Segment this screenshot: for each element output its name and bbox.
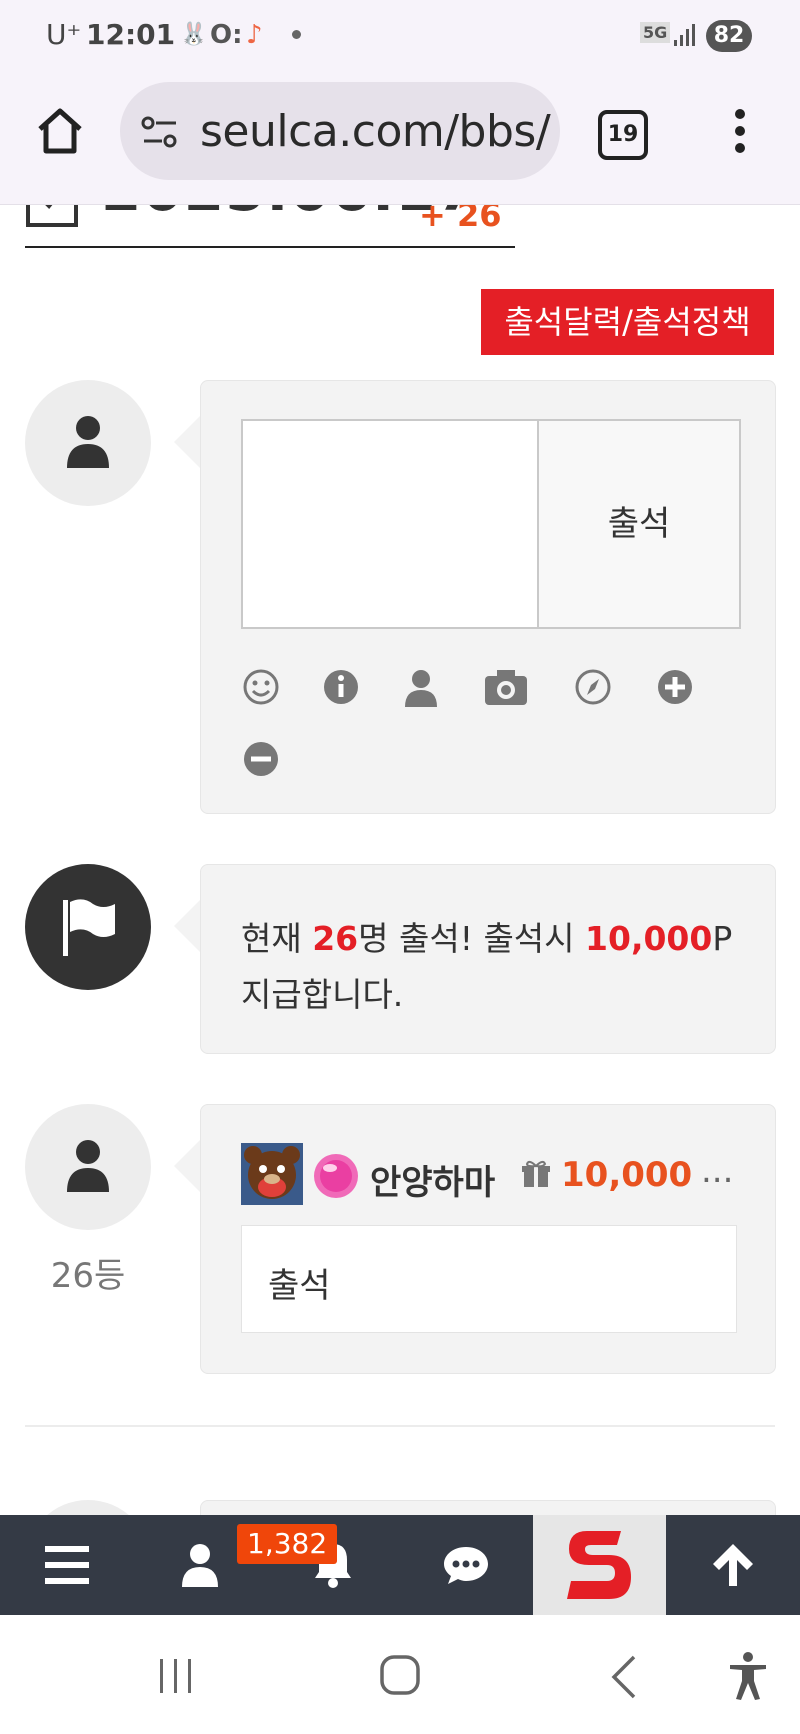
url-text: seulca.com/bbs/ [200,106,551,157]
card-pointer [174,900,200,952]
home-icon[interactable] [34,105,86,157]
card-pointer [174,416,200,468]
earned-points: 10,000 [561,1155,693,1195]
minus-icon[interactable] [241,739,281,779]
user-icon [67,1140,109,1192]
arrow-up-icon [713,1544,753,1586]
notice-line2: 지급합니다. [241,975,404,1014]
status-bar: U⁺ 12:01 🐰 O: ♪ 5G 82 [0,0,800,72]
system-home-icon[interactable] [378,1653,422,1697]
tiktok-icon: ♪ [246,20,263,50]
menu-button[interactable] [0,1515,133,1615]
gift-icon [522,1160,550,1187]
site-settings-icon[interactable] [140,114,180,150]
toolbar-overlay: seulca.com/bbs/ 19 [0,72,800,205]
scroll-top-button[interactable] [666,1515,800,1615]
notice-avatar [25,864,151,990]
more-options-button[interactable]: ... [701,1151,733,1191]
smiley-icon[interactable] [241,667,281,707]
user-icon [67,416,109,468]
o-icon: O: [210,20,243,50]
attendance-calendar-button[interactable]: 출석달력/출석정책 [481,289,774,355]
section-divider [25,1425,775,1427]
info-icon[interactable] [321,667,361,707]
dot-icon [292,30,301,39]
tab-switcher-button[interactable]: 19 [598,110,648,160]
carrier-label: U⁺ [46,18,82,51]
site-logo [567,1531,631,1599]
rabbit-icon: 🐰 [180,22,208,47]
attendance-submit-button[interactable]: 출석 [537,419,741,629]
notice-count: 26 [312,919,359,958]
user-mention-icon[interactable] [401,667,441,707]
signal-icon [674,24,695,46]
network-5g-icon: 5G [640,22,671,43]
my-avatar [25,380,151,506]
back-icon[interactable] [608,1655,638,1699]
chat-button[interactable] [399,1515,532,1615]
entry-comment-text: 출석 [268,1266,331,1306]
notice-middle: 명 출석! 출석시 [358,919,586,958]
address-bar[interactable]: seulca.com/bbs/ [120,82,560,180]
attendance-notice: 현재 26명 출석! 출석시 10,000P 지급합니다. [241,911,761,1023]
chat-bubble-icon [443,1547,488,1584]
member-nickname[interactable]: 안양하마 [370,1155,495,1204]
compass-icon[interactable] [573,667,613,707]
site-logo-button[interactable] [533,1515,666,1615]
battery-indicator: 82 [706,20,752,52]
user-icon [181,1544,218,1587]
level-orb-icon [314,1154,358,1198]
entry-avatar [25,1104,151,1230]
attendance-entry-card: 안양하마 10,000 ... 출석 [200,1104,776,1374]
plus-icon[interactable] [655,667,695,707]
recent-apps-icon[interactable] [156,1655,196,1695]
accessibility-icon[interactable] [726,1651,770,1701]
system-navigation-bar [0,1615,800,1734]
member-photo[interactable] [241,1143,303,1205]
menu-more-icon[interactable] [728,106,752,156]
card-pointer [174,1140,200,1192]
notification-count-badge: 1,382 [237,1524,338,1564]
comment-input[interactable] [241,419,539,629]
clock: 12:01 [86,18,176,51]
attendance-notice-card: 현재 26명 출석! 출석시 10,000P 지급합니다. [200,864,776,1054]
notice-prefix: 현재 [241,919,313,958]
flag-icon [63,899,115,956]
attendance-form-card: 출석 [200,380,776,814]
entry-comment: 출석 [241,1225,737,1333]
notice-points: 10,000 [585,919,713,958]
attendance-rank: 26등 [50,1256,126,1296]
camera-icon[interactable] [483,667,529,707]
hamburger-icon [44,1546,89,1584]
notice-suffix: P [712,919,733,958]
site-bottom-nav: 1,382 [0,1515,800,1615]
